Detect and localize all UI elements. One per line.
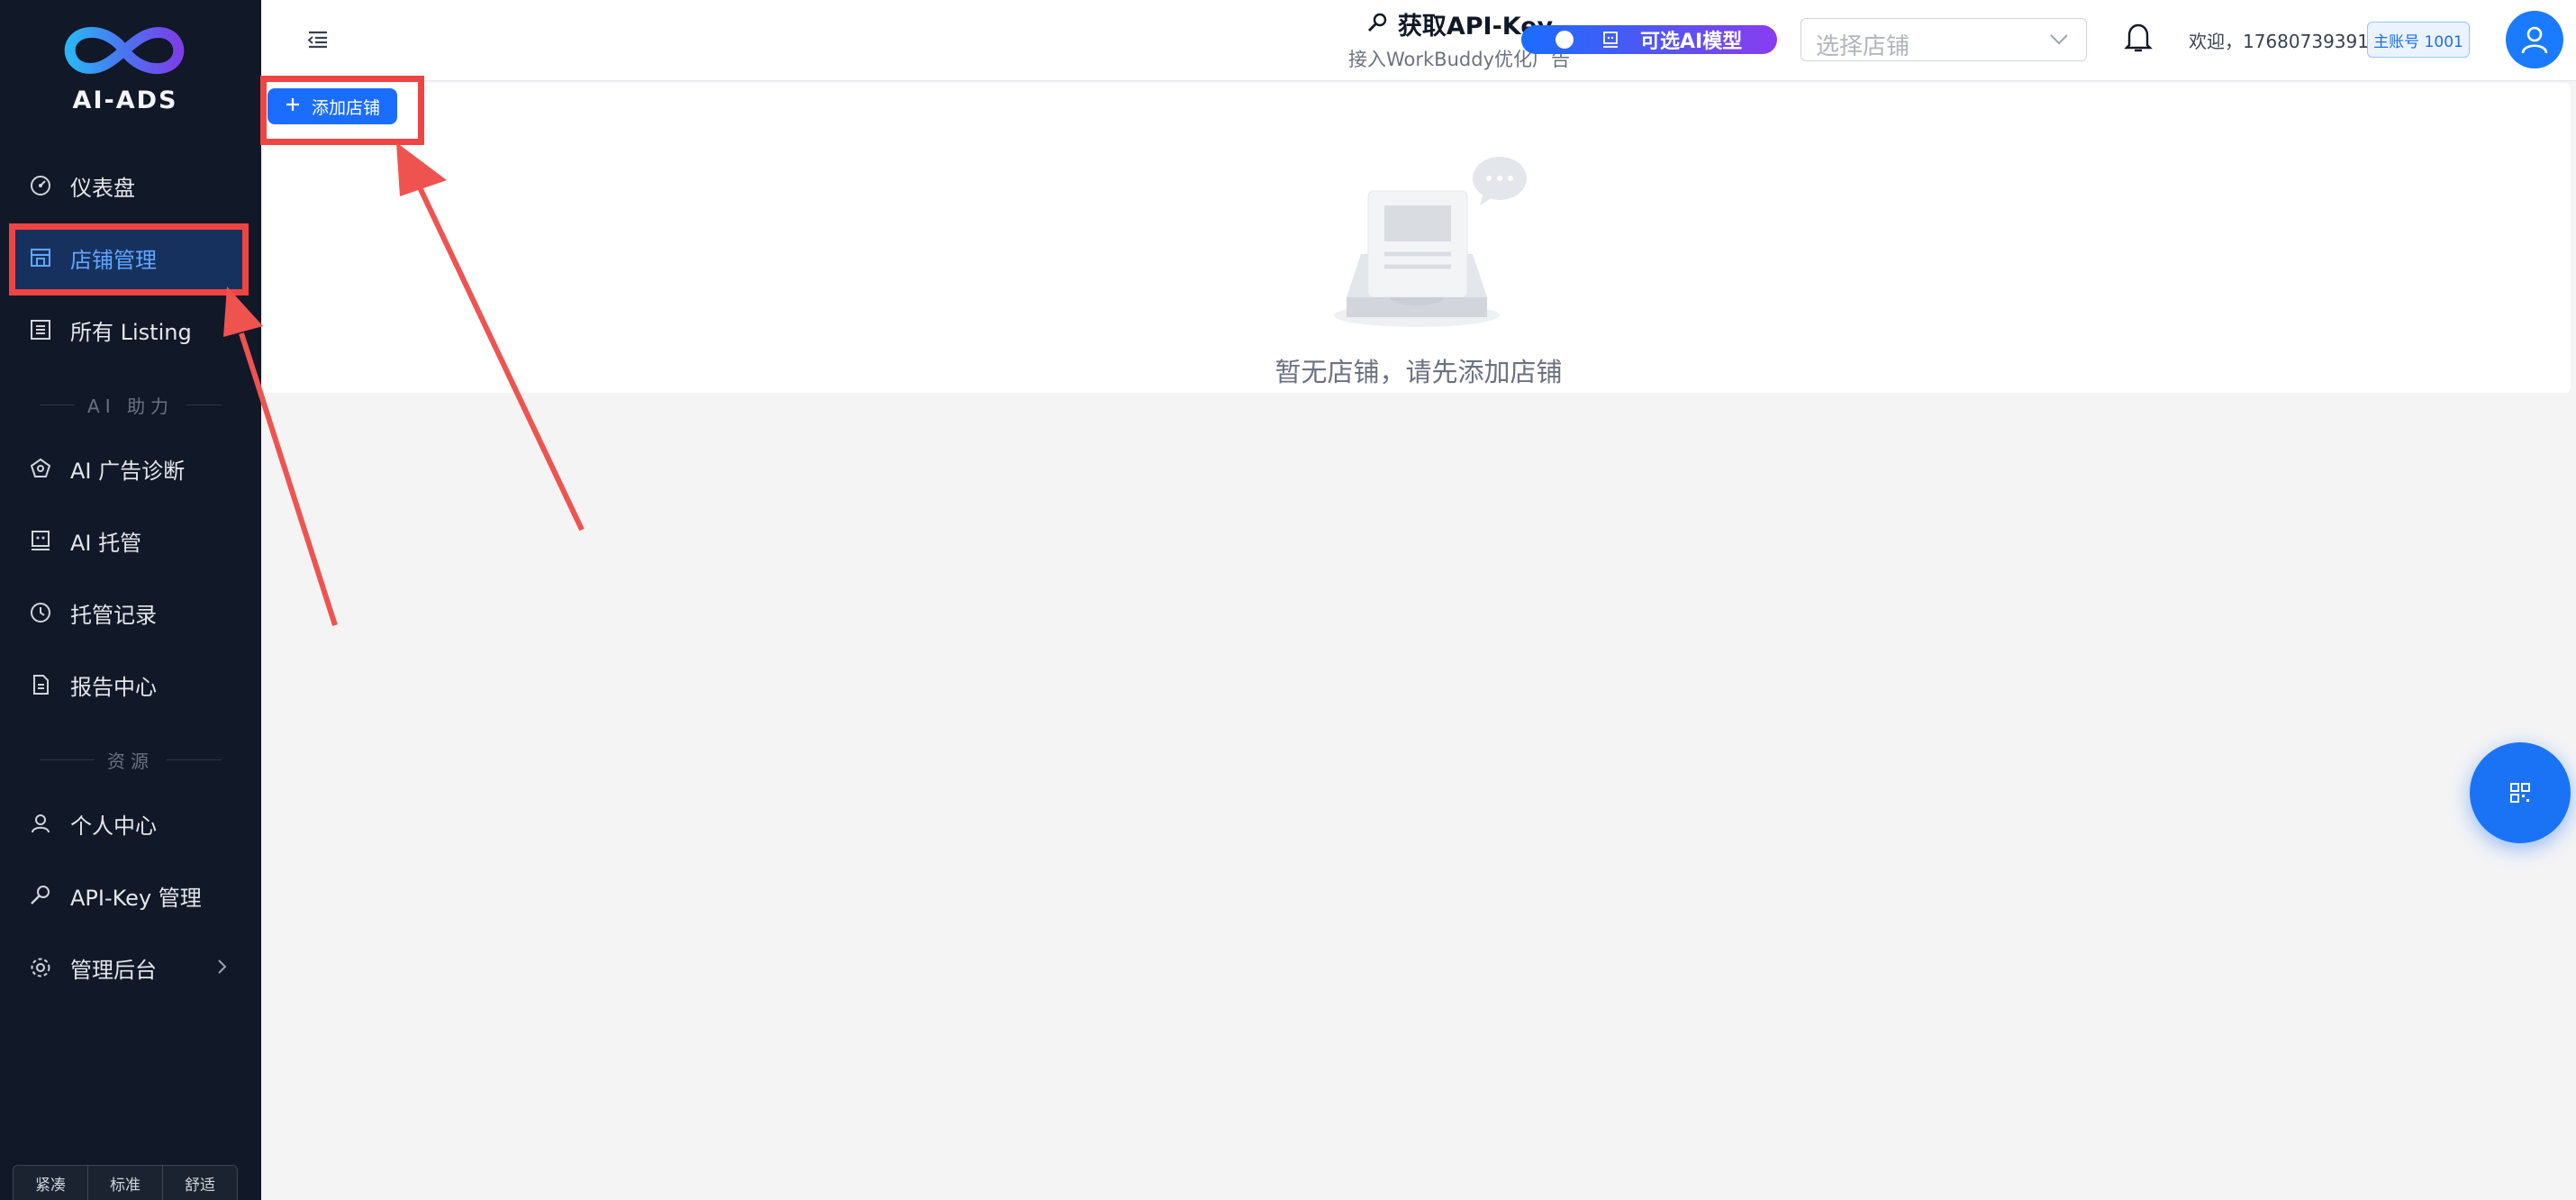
list-icon [27,316,54,343]
qr-code-icon [2510,783,2530,803]
sidebar-item-dashboard[interactable]: 仪表盘 [9,153,249,218]
ai-model-toggle[interactable]: 可选AI模型 [1521,25,1777,54]
diagnosis-icon [27,455,54,482]
robot-icon [27,527,54,554]
sidebar-item-label: 仪表盘 [70,175,135,201]
add-store-label: 添加店铺 [311,97,380,118]
density-switch: 紧凑 标准 舒适 [13,1165,238,1200]
brand: AI-ADS [0,20,250,119]
sidebar-item-label: 所有 Listing [70,319,192,345]
top-header: 获取API-Key 接入WorkBuddy优化广告 可选AI模型 选择店铺 欢迎… [261,0,2576,81]
sidebar: AI-ADS 仪表盘 店铺管理 所有 Listing AI 助力 AI 广告诊断… [0,0,261,1200]
sidebar-item-ai-diagnosis[interactable]: AI 广告诊断 [9,436,249,501]
welcome-text: 欢迎，17680739391 [2189,31,2369,52]
store-select[interactable]: 选择店铺 [1800,18,2087,61]
section-title-ai: AI 助力 [27,391,234,418]
sidebar-item-label: AI 托管 [70,530,142,556]
sidebar-item-store-management[interactable]: 店铺管理 [9,225,249,290]
plus-icon [285,96,301,117]
avatar[interactable] [2506,11,2563,68]
chevron-down-icon [2048,32,2070,51]
store-select-placeholder: 选择店铺 [1816,33,1910,60]
user-icon [27,810,54,837]
sidebar-item-personal-center[interactable]: 个人中心 [9,791,249,856]
density-compact-button[interactable]: 紧凑 [14,1166,88,1200]
toggle-knob [1556,31,1574,49]
empty-inbox-illustration [1329,153,1536,341]
chevron-right-icon [216,957,229,980]
key-icon [1367,13,1387,32]
ai-model-label: 可选AI模型 [1640,31,1743,53]
gear-icon [27,954,54,981]
brand-name: AI-ADS [72,86,178,114]
sidebar-item-label: 报告中心 [70,674,157,700]
density-comfortable-button[interactable]: 舒适 [163,1166,237,1200]
add-store-button[interactable]: 添加店铺 [268,88,397,124]
sidebar-item-report-center[interactable]: 报告中心 [9,652,249,717]
store-icon [27,244,54,271]
key-icon [27,882,54,909]
app-root: AI-ADS 仪表盘 店铺管理 所有 Listing AI 助力 AI 广告诊断… [0,0,2576,1200]
density-standard-button[interactable]: 标准 [88,1166,163,1200]
sidebar-item-label: 店铺管理 [70,247,157,273]
sidebar-item-label: 个人中心 [70,813,157,839]
sidebar-item-ai-hosting[interactable]: AI 托管 [9,508,249,573]
menu-collapse-icon[interactable] [306,30,330,50]
robot-icon [1601,30,1620,50]
sidebar-item-hosting-records[interactable]: 托管记录 [9,580,249,645]
bell-icon[interactable] [2124,22,2153,54]
history-icon [27,599,54,626]
sidebar-item-all-listing[interactable]: 所有 Listing [9,297,249,362]
report-icon [27,671,54,698]
empty-state-text: 暂无店铺，请先添加店铺 [1274,357,1563,387]
infinity-logo-icon [64,26,185,75]
sidebar-item-label: API-Key 管理 [70,885,202,911]
sidebar-item-admin-console[interactable]: 管理后台 [9,935,249,1000]
section-title-resources: 资源 [27,746,234,773]
user-icon [2521,26,2548,54]
account-badge: 主账号 1001 [2367,22,2470,58]
sidebar-item-label: 托管记录 [70,602,157,628]
sidebar-item-label: 管理后台 [70,957,157,983]
sidebar-item-api-key-management[interactable]: API-Key 管理 [9,863,249,928]
qr-code-float-button[interactable] [2470,742,2571,843]
dashboard-icon [27,172,54,199]
sidebar-item-label: AI 广告诊断 [70,458,186,484]
